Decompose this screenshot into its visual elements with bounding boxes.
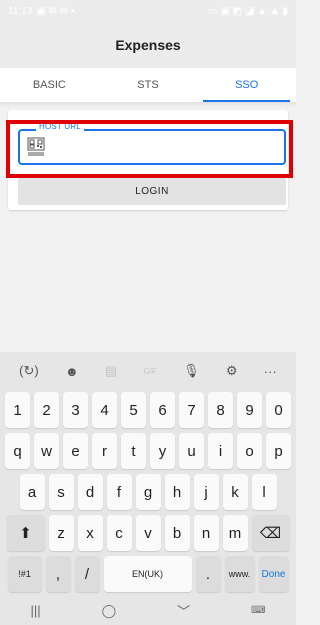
key-q[interactable]: q <box>5 433 30 469</box>
app-bar: Expenses <box>0 22 296 68</box>
login-button[interactable]: LOGIN <box>18 178 286 205</box>
www-key[interactable]: www. <box>224 556 255 592</box>
notification-icons: ▣ ✉ ✉ • <box>36 5 75 17</box>
key-9[interactable]: 9 <box>237 392 262 428</box>
page-title: Expenses <box>115 37 181 53</box>
status-time: 11:13 <box>8 5 33 17</box>
key-v[interactable]: v <box>135 515 161 551</box>
key-i[interactable]: i <box>208 433 233 469</box>
spacebar-key[interactable]: EN(UK) <box>103 556 192 592</box>
key-5[interactable]: 5 <box>121 392 146 428</box>
sticker-icon[interactable]: ▤ <box>105 363 117 379</box>
key-c[interactable]: c <box>106 515 132 551</box>
key-a[interactable]: a <box>19 474 45 510</box>
key-4[interactable]: 4 <box>92 392 117 428</box>
keyboard-toolbar: (↻) ☻ ▤ GIF 🎙 ⚙ ··· <box>0 352 296 390</box>
tab-sso[interactable]: SSO <box>197 68 296 102</box>
key-u[interactable]: u <box>179 433 204 469</box>
key-0[interactable]: 0 <box>266 392 291 428</box>
key-o[interactable]: o <box>237 433 262 469</box>
status-bar: 11:13 ▣ ✉ ✉ • ▭ ▣ ◩ ◪ ▲ ▲ ▮ <box>0 0 296 22</box>
key-8[interactable]: 8 <box>208 392 233 428</box>
key-r[interactable]: r <box>92 433 117 469</box>
shift-key[interactable]: ⬆ <box>6 515 45 551</box>
key-e[interactable]: e <box>63 433 88 469</box>
soft-keyboard: (↻) ☻ ▤ GIF 🎙 ⚙ ··· 1 2 3 4 5 6 7 8 9 0 … <box>0 352 296 625</box>
key-1[interactable]: 1 <box>5 392 30 428</box>
system-icons: ▭ ▣ ◩ ◪ ▲ ▲ ▮ <box>208 5 288 17</box>
key-slash[interactable]: / <box>74 556 100 592</box>
more-icon[interactable]: ··· <box>264 364 277 379</box>
key-comma[interactable]: , <box>45 556 71 592</box>
highlight-box <box>6 120 293 178</box>
home-icon[interactable]: ◯ <box>102 603 117 619</box>
key-w[interactable]: w <box>34 433 59 469</box>
navigation-bar: ||| ◯ ﹀ ⌨ <box>0 596 296 625</box>
emoji-icon[interactable]: ☻ <box>65 364 79 379</box>
key-n[interactable]: n <box>193 515 219 551</box>
key-y[interactable]: y <box>150 433 175 469</box>
key-p[interactable]: p <box>266 433 291 469</box>
symbols-key[interactable]: !#1 <box>7 556 42 592</box>
key-3[interactable]: 3 <box>63 392 88 428</box>
key-b[interactable]: b <box>164 515 190 551</box>
tab-basic[interactable]: BASIC <box>0 68 99 102</box>
key-l[interactable]: l <box>251 474 277 510</box>
backspace-key[interactable]: ⌫ <box>251 515 290 551</box>
key-j[interactable]: j <box>193 474 219 510</box>
key-7[interactable]: 7 <box>179 392 204 428</box>
key-h[interactable]: h <box>164 474 190 510</box>
recents-icon[interactable]: ||| <box>30 603 40 618</box>
key-d[interactable]: d <box>77 474 103 510</box>
keyboard-switch-icon[interactable]: ⌨ <box>251 605 265 616</box>
tab-divider <box>0 102 296 108</box>
key-x[interactable]: x <box>77 515 103 551</box>
back-icon[interactable]: ﹀ <box>177 601 190 620</box>
key-period[interactable]: . <box>195 556 221 592</box>
gif-icon[interactable]: GIF <box>143 367 156 376</box>
key-f[interactable]: f <box>106 474 132 510</box>
key-k[interactable]: k <box>222 474 248 510</box>
tab-bar: BASIC STS SSO <box>0 68 296 102</box>
done-key[interactable]: Done <box>258 556 289 592</box>
key-z[interactable]: z <box>48 515 74 551</box>
key-g[interactable]: g <box>135 474 161 510</box>
gear-icon[interactable]: ⚙ <box>226 363 238 379</box>
key-m[interactable]: m <box>222 515 248 551</box>
key-2[interactable]: 2 <box>34 392 59 428</box>
microphone-icon[interactable]: 🎙 <box>183 363 200 379</box>
tab-sts[interactable]: STS <box>99 68 198 102</box>
key-s[interactable]: s <box>48 474 74 510</box>
key-6[interactable]: 6 <box>150 392 175 428</box>
translate-icon[interactable]: (↻) <box>19 363 39 379</box>
key-t[interactable]: t <box>121 433 146 469</box>
